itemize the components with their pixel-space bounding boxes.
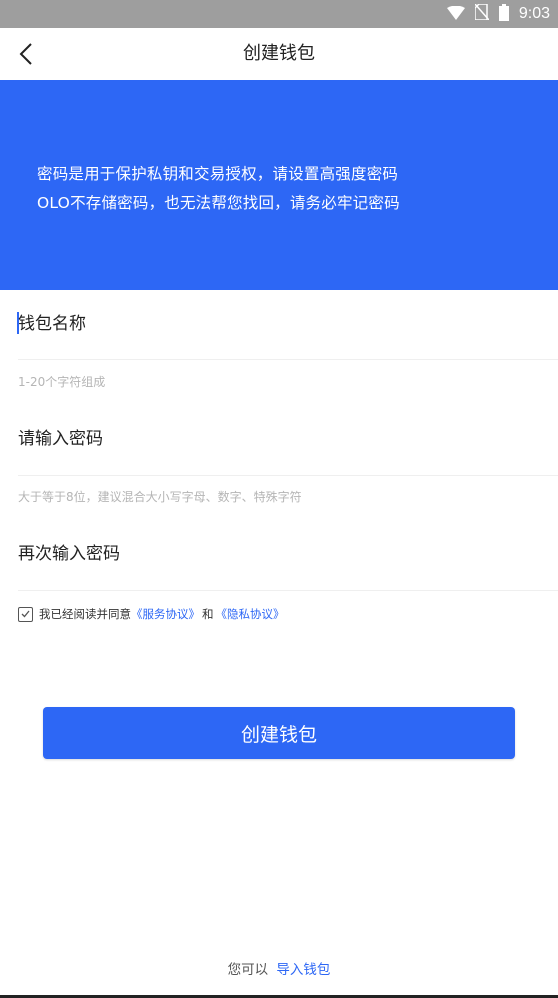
status-bar: 9:03 xyxy=(0,0,558,28)
wallet-name-input[interactable] xyxy=(18,311,538,337)
wallet-name-hint: 1-20个字符组成 xyxy=(18,375,106,389)
agreement-text: 我已经阅读并同意 xyxy=(39,607,131,621)
create-wallet-button[interactable]: 创建钱包 xyxy=(43,707,515,759)
no-sim-icon xyxy=(474,3,490,24)
status-icons: 9:03 xyxy=(446,0,550,28)
divider xyxy=(18,359,558,360)
divider xyxy=(18,475,558,476)
import-wallet-link[interactable]: 导入钱包 xyxy=(276,962,330,978)
footer: 您可以 导入钱包 xyxy=(0,958,558,978)
agreement-and: 和 xyxy=(202,607,214,621)
app-bar: 创建钱包 xyxy=(0,28,558,80)
status-time: 9:03 xyxy=(518,5,550,22)
agreement-row: 我已经阅读并同意 《服务协议》 和 《隐私协议》 xyxy=(18,604,285,624)
notice-line-1: 密码是用于保护私钥和交易授权，请设置高强度密码 xyxy=(37,165,399,183)
password-notice-banner: 密码是用于保护私钥和交易授权，请设置高强度密码 OLO不存储密码，也无法帮您找回… xyxy=(0,80,558,290)
check-icon xyxy=(21,610,30,618)
service-agreement-link[interactable]: 《服务协议》 xyxy=(131,606,200,622)
notice-line-2: OLO不存储密码，也无法帮您找回，请务必牢记密码 xyxy=(37,194,400,212)
password-input[interactable] xyxy=(18,426,538,452)
page-title: 创建钱包 xyxy=(243,43,315,64)
battery-icon xyxy=(498,3,509,25)
divider xyxy=(18,590,558,591)
wifi-icon xyxy=(446,5,465,24)
password-hint: 大于等于8位，建议混合大小写字母、数字、特殊字符 xyxy=(18,490,302,504)
footer-text: 您可以 xyxy=(227,962,269,978)
confirm-password-input[interactable] xyxy=(18,541,538,567)
agreement-checkbox[interactable] xyxy=(18,606,33,622)
create-wallet-button-label: 创建钱包 xyxy=(240,723,317,746)
privacy-agreement-link[interactable]: 《隐私协议》 xyxy=(216,606,285,622)
